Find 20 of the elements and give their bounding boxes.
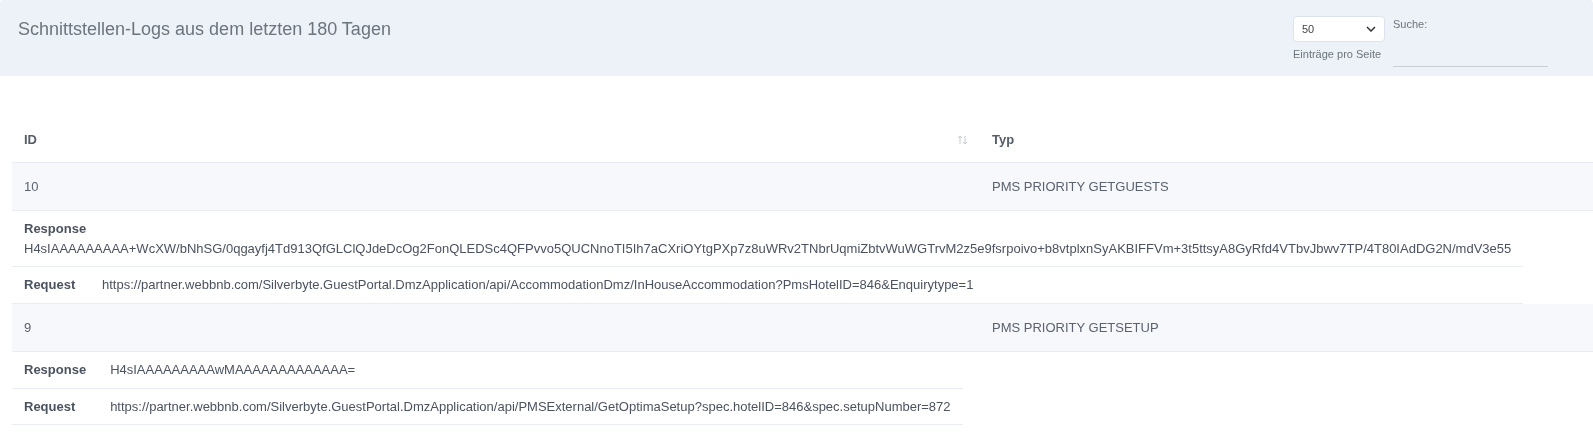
detail-label: Response — [24, 362, 87, 377]
detail-label: Request — [24, 277, 76, 292]
page-length-label: Einträge pro Seite — [1293, 47, 1383, 62]
detail-label: Response — [24, 220, 88, 238]
detail-value: H4sIAAAAAAAAAwMAAAAAAAAAAAAA= — [110, 362, 356, 377]
sort-icon[interactable] — [957, 134, 968, 145]
table-cell: 10 — [24, 178, 39, 194]
page-title: Schnittstellen-Logs aus dem letzten 180 Tagen — [18, 18, 391, 41]
search-label: Suche: — [1393, 17, 1429, 32]
table-cell: 9 — [24, 319, 32, 335]
detail-value: https://partner.webbnb.com/Silverbyte.GuestPortal.DmzApplication/api/PMSExternal/GetOptimaSetup?spec.hotelID=846&spec.setupNumber=872 — [110, 398, 951, 414]
detail-value: H4sIAAAAAAAAA+WcXW/bNhSG/0qgayfj4Td913QfGLClQJdeDcOg2FonQLEDSc4QFPvvo5QUCNnoTI5Ih7aCXriOYtgPXp7z8uWRv2TNbrUqmiZbtvWuWGTrvM2z5e9fsrpoivo+b8vtplxnSyAKBIFFVm+3t5ttsyA8GyRfd4VTbvJbwv7TP/4T80IAdDG2N/mdV3e55 — [24, 239, 1512, 258]
detail-value: https://partner.webbnb.com/Silverbyte.GuestPortal.DmzApplication/api/AccommodationDmz/InHouseAccommodation?PmsHotelID=846&Enquirytype=1 — [102, 277, 974, 292]
column-header: Typ — [992, 131, 1015, 149]
chevron-down-icon — [1366, 26, 1376, 32]
table-cell: PMS PRIORITY GETGUESTS — [992, 178, 1169, 194]
column-header: ID — [24, 131, 37, 149]
page-length-select[interactable]: 50 — [1293, 16, 1385, 42]
detail-label: Request — [24, 398, 76, 414]
table-cell: PMS PRIORITY GETSETUP — [992, 319, 1159, 335]
